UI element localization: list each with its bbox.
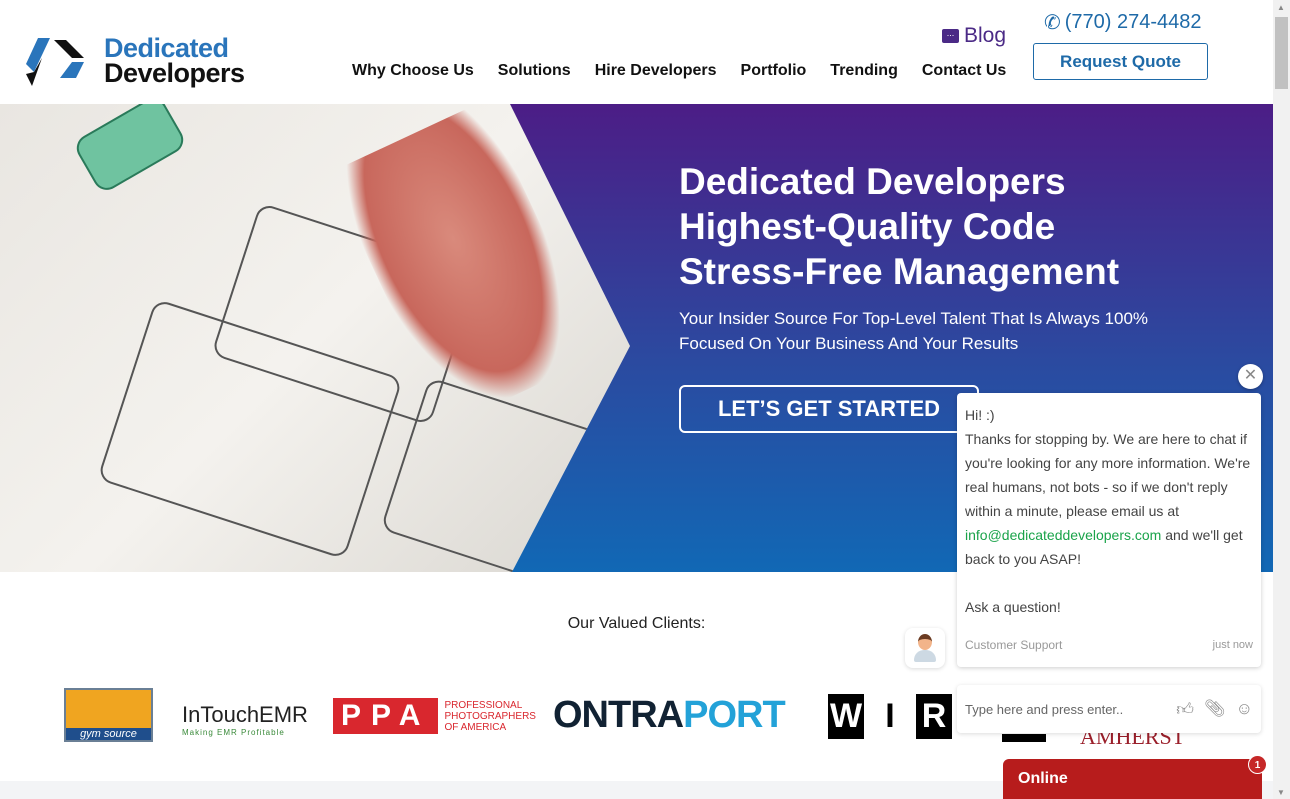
hero-sketch-image — [0, 104, 630, 572]
hero-title-line: Stress-Free Management — [679, 251, 1120, 292]
chat-body: Thanks for stopping by. We are here to c… — [965, 427, 1253, 571]
wired-letter: I — [872, 694, 908, 739]
chat-prompt: Ask a question! — [965, 599, 1061, 615]
ontraport-text-2: PORT — [683, 694, 786, 736]
logo-mark-icon — [26, 38, 84, 86]
nav-solutions[interactable]: Solutions — [498, 62, 571, 80]
emoji-icon[interactable]: ☺ — [1236, 699, 1253, 719]
wired-letter: W — [828, 694, 864, 739]
request-quote-button[interactable]: Request Quote — [1033, 43, 1208, 80]
ppa-box: PPA — [333, 698, 439, 734]
chat-greeting: Hi! :) — [965, 407, 995, 423]
phone-icon: ✆ — [1044, 12, 1061, 34]
scroll-down-icon[interactable]: ▼ — [1277, 788, 1285, 797]
ontraport-logo: ONTRAPORT — [553, 694, 786, 737]
support-avatar — [905, 628, 945, 668]
intouch-tagline: Making EMR Profitable — [182, 728, 285, 737]
scrollbar-thumb[interactable] — [1275, 17, 1288, 89]
chat-online-tab[interactable]: Online — [1003, 759, 1262, 799]
client-logo-partial — [1002, 734, 1046, 742]
logo[interactable]: Dedicated Developers — [24, 35, 245, 88]
chat-close-button[interactable]: ✕ — [1238, 364, 1263, 389]
site-header: Dedicated Developers Why Choose Us Solut… — [0, 0, 1273, 104]
phone-link[interactable]: ✆ (770) 274-4482 — [1044, 10, 1202, 35]
blog-link[interactable]: ... Blog — [942, 24, 1006, 48]
scroll-up-icon[interactable]: ▲ — [1277, 3, 1285, 12]
logo-line2: Developers — [104, 58, 245, 88]
chat-text: Thanks for stopping by. We are here to c… — [965, 431, 1251, 519]
intouch-emr-logo: InTouchEMR Making EMR Profitable — [182, 702, 308, 737]
blog-label: Blog — [964, 24, 1007, 47]
chat-input-placeholder: Type here and press enter.. — [965, 701, 1124, 717]
unread-badge: 1 — [1248, 755, 1267, 774]
nav-trending[interactable]: Trending — [830, 62, 898, 80]
ontraport-text-1: ONTRA — [553, 694, 684, 736]
close-icon: ✕ — [1243, 367, 1258, 384]
chat-email-link[interactable]: info@dedicateddevelopers.com — [965, 527, 1161, 543]
chat-message: Hi! :) Thanks for stopping by. We are he… — [957, 393, 1261, 667]
chat-sender: Customer Support — [965, 638, 1063, 652]
nav-hire-developers[interactable]: Hire Developers — [595, 62, 717, 80]
paperclip-icon[interactable]: 📎︎ — [1204, 699, 1226, 719]
chat-time: just now — [1212, 639, 1253, 651]
main-nav: Why Choose Us Solutions Hire Developers … — [352, 62, 1006, 80]
get-started-button[interactable]: LET’S GET STARTED — [679, 385, 979, 433]
wired-logo: W I R — [828, 694, 952, 739]
nav-why-choose-us[interactable]: Why Choose Us — [352, 62, 474, 80]
gym-source-logo: gym source — [64, 688, 153, 742]
ppa-text: PROFESSIONAL PHOTOGRAPHERS OF AMERICA — [444, 699, 536, 733]
scrollbar[interactable]: ▲ ▼ — [1273, 0, 1290, 799]
wired-letter: R — [916, 694, 952, 739]
intouch-text: InTouchEMR — [182, 702, 308, 727]
hero-title-line: Highest-Quality Code — [679, 206, 1056, 247]
chat-input[interactable]: Type here and press enter.. 👍︎ 📎︎ ☺ — [957, 685, 1261, 733]
gym-source-text: gym source — [66, 728, 151, 740]
hero-subtitle: Your Insider Source For Top-Level Talent… — [679, 309, 1149, 353]
thumbs-up-icon[interactable]: 👍︎ — [1176, 699, 1194, 720]
chat-bubble-icon: ... — [942, 29, 959, 43]
nav-portfolio[interactable]: Portfolio — [741, 62, 807, 80]
hero-title-line: Dedicated Developers — [679, 161, 1066, 202]
hero-title: Dedicated Developers Highest-Quality Cod… — [679, 159, 1119, 294]
ppa-logo: PPA PROFESSIONAL PHOTOGRAPHERS OF AMERICA — [333, 698, 539, 734]
nav-contact-us[interactable]: Contact Us — [922, 62, 1006, 80]
phone-number: (770) 274-4482 — [1064, 11, 1202, 33]
